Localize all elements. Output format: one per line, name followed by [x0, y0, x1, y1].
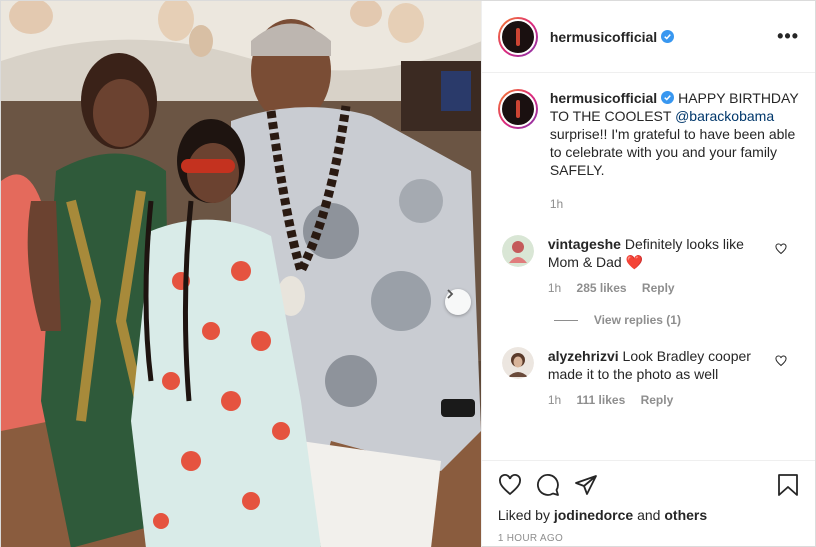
- caption-username[interactable]: hermusicofficial: [550, 90, 657, 106]
- comment-meta: 1h 285 likes Reply: [548, 279, 768, 297]
- comment-body: vintageshe Definitely looks like Mom & D…: [548, 235, 768, 297]
- caption-mention-link[interactable]: @barackobama: [675, 108, 774, 124]
- comment-meta: 1h 111 likes Reply: [548, 391, 768, 409]
- post-actions-bar: Liked by jodinedorce and others 1 HOUR A…: [481, 460, 815, 547]
- like-comment-heart-icon[interactable]: [775, 355, 787, 367]
- caption-text-end: surprise!! I'm grateful to have been abl…: [549, 126, 796, 178]
- reply-button[interactable]: Reply: [641, 393, 674, 407]
- comments-section: hermusicofficial HAPPY BIRTHDAY TO THE C…: [482, 73, 815, 460]
- commenter-avatar[interactable]: [501, 235, 534, 267]
- comment-item: vintageshe Definitely looks like Mom & D…: [498, 235, 799, 297]
- comment-time[interactable]: 1h: [548, 393, 561, 407]
- comment-bubble-icon[interactable]: [536, 473, 560, 497]
- action-icons: [498, 467, 799, 503]
- more-options-icon[interactable]: •••: [777, 26, 799, 47]
- heart-emoji: ❤️: [625, 254, 644, 270]
- caption-body: hermusicofficial HAPPY BIRTHDAY TO THE C…: [550, 89, 799, 213]
- liked-by-middle: and: [633, 507, 665, 523]
- liked-by-others[interactable]: others: [664, 507, 707, 523]
- caption-meta: 1h: [550, 195, 799, 213]
- comment-username[interactable]: vintageshe: [548, 236, 621, 252]
- comment-time[interactable]: 1h: [548, 281, 561, 295]
- post-photo[interactable]: [1, 1, 481, 547]
- author-username[interactable]: hermusicofficial: [550, 29, 657, 45]
- comment-username[interactable]: alyzehrizvi: [548, 348, 619, 364]
- reply-button[interactable]: Reply: [642, 281, 675, 295]
- instagram-post: hermusicofficial ••• hermusicofficial HA…: [0, 0, 816, 547]
- post-caption: hermusicofficial HAPPY BIRTHDAY TO THE C…: [497, 89, 799, 213]
- verified-badge-icon: [661, 30, 675, 43]
- like-comment-heart-icon[interactable]: [775, 243, 787, 255]
- comment-likes[interactable]: 285 likes: [577, 281, 627, 295]
- like-heart-icon[interactable]: [498, 473, 522, 497]
- comment-item: alyzehrizvi Look Bradley cooper made it …: [498, 347, 799, 409]
- caption-avatar[interactable]: [497, 89, 538, 129]
- commenter-avatar[interactable]: [501, 347, 534, 379]
- caption-time[interactable]: 1h: [550, 197, 563, 211]
- replies-divider-line: [553, 319, 578, 321]
- next-photo-button[interactable]: [445, 289, 471, 315]
- post-side-panel: hermusicofficial ••• hermusicofficial HA…: [480, 1, 815, 547]
- comment-body: alyzehrizvi Look Bradley cooper made it …: [548, 347, 768, 409]
- author-avatar[interactable]: [497, 16, 538, 57]
- post-header: hermusicofficial •••: [481, 1, 815, 73]
- verified-badge-icon: [661, 91, 675, 104]
- comment-likes[interactable]: 111 likes: [577, 393, 626, 407]
- chevron-right-icon: [447, 289, 454, 299]
- liked-by-prefix: Liked by: [497, 507, 554, 523]
- save-bookmark-icon[interactable]: [777, 473, 799, 497]
- view-replies-label: View replies (1): [593, 313, 681, 327]
- liked-by-user[interactable]: jodinedorce: [554, 507, 633, 523]
- liked-by-summary: Liked by jodinedorce and others: [498, 507, 799, 523]
- share-paper-plane-icon[interactable]: [574, 473, 598, 497]
- post-timestamp[interactable]: 1 HOUR AGO: [498, 533, 799, 544]
- photo-illustration: [1, 1, 481, 547]
- view-replies-toggle[interactable]: View replies (1): [553, 313, 799, 327]
